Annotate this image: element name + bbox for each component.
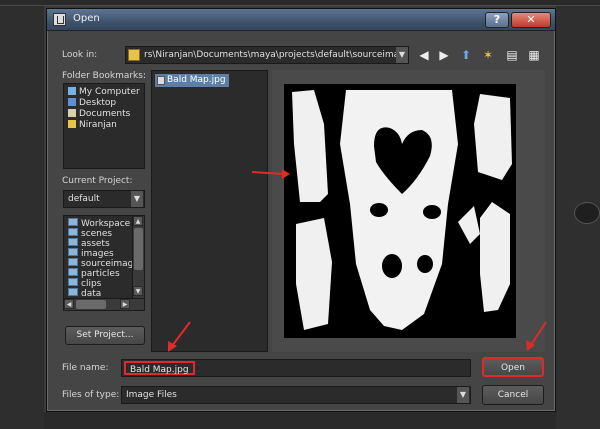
background-left-panel (0, 6, 44, 429)
background-bottom-bar (44, 412, 556, 429)
scroll-down-arrow-icon[interactable]: ▼ (133, 286, 143, 296)
folder-icon (68, 288, 78, 296)
list-view-icon[interactable]: ▤ (503, 46, 521, 64)
cancel-button[interactable]: Cancel (482, 385, 544, 405)
viewport-gizmo (574, 202, 600, 224)
background-viewport (556, 6, 600, 429)
file-item-selected[interactable]: Bald Map.jpg (155, 74, 229, 87)
image-file-icon (157, 76, 165, 85)
file-name-label: File name: (62, 363, 109, 373)
chevron-down-icon[interactable]: ▼ (396, 47, 408, 63)
folder-icon (68, 238, 78, 246)
new-folder-icon[interactable]: ✶ (479, 46, 497, 64)
bookmarks-label: Folder Bookmarks: (62, 71, 146, 81)
forward-arrow-icon[interactable]: ▶ (435, 46, 453, 64)
set-project-button[interactable]: Set Project... (65, 326, 145, 345)
help-button[interactable]: ? (485, 12, 509, 28)
file-name-input[interactable]: Bald Map.jpg (124, 361, 195, 375)
scroll-up-arrow-icon[interactable]: ▲ (133, 216, 143, 226)
folder-icon (128, 49, 140, 61)
bookmark-desktop[interactable]: Desktop (68, 98, 144, 109)
look-in-label: Look in: (62, 50, 98, 60)
close-button[interactable]: ✕ (511, 12, 551, 28)
project-folder-list: Workspace F scenes assets images sourcei… (63, 215, 145, 311)
open-dialog: Open ? ✕ Look in: rs\Niranjan\Documents\… (46, 8, 556, 412)
scroll-thumb[interactable] (134, 228, 143, 270)
scroll-left-arrow-icon[interactable]: ◀ (64, 299, 74, 309)
background-toolbar (0, 0, 600, 6)
scroll-right-arrow-icon[interactable]: ▶ (120, 299, 130, 309)
desktop-icon (68, 98, 76, 106)
current-project-label: Current Project: (62, 176, 133, 186)
file-type-label: Files of type: (62, 390, 120, 400)
up-arrow-icon[interactable]: ⬆ (457, 46, 475, 64)
bookmark-niranjan[interactable]: Niranjan (68, 120, 144, 131)
folder-icon (68, 278, 78, 286)
folder-vertical-scrollbar[interactable]: ▲ ▼ (132, 216, 144, 298)
folder-icon (68, 228, 78, 236)
look-in-combo[interactable]: rs\Niranjan\Documents\maya\projects\defa… (125, 46, 409, 64)
dialog-titlebar[interactable]: Open ? ✕ (47, 9, 555, 31)
folder-icon (68, 248, 78, 256)
user-folder-icon (68, 120, 76, 128)
dialog-title: Open (73, 13, 100, 24)
bookmark-documents[interactable]: Documents (68, 109, 144, 120)
chevron-down-icon[interactable]: ▼ (131, 191, 143, 207)
folder-icon (68, 218, 78, 226)
file-type-combo[interactable]: Image Files (121, 386, 471, 404)
detail-view-icon[interactable]: ▦ (525, 46, 543, 64)
file-name-field[interactable]: Bald Map.jpg (121, 359, 471, 377)
maya-app-icon (53, 13, 66, 26)
bookmarks-list: My Computer Desktop Documents Niranjan (63, 83, 145, 169)
folder-icon (68, 258, 78, 266)
texture-preview-image (284, 84, 516, 338)
folder-icon (68, 268, 78, 276)
file-list[interactable]: Bald Map.jpg (151, 70, 268, 352)
scroll-thumb[interactable] (76, 300, 106, 309)
folder-horizontal-scrollbar[interactable]: ◀ ▶ (64, 298, 144, 310)
chevron-down-icon[interactable]: ▼ (457, 387, 469, 403)
computer-icon (68, 87, 76, 95)
back-arrow-icon[interactable]: ◀ (415, 46, 433, 64)
documents-icon (68, 109, 76, 117)
bookmark-my-computer[interactable]: My Computer (68, 87, 144, 98)
open-button[interactable]: Open (482, 357, 544, 377)
image-preview-panel (272, 70, 545, 352)
